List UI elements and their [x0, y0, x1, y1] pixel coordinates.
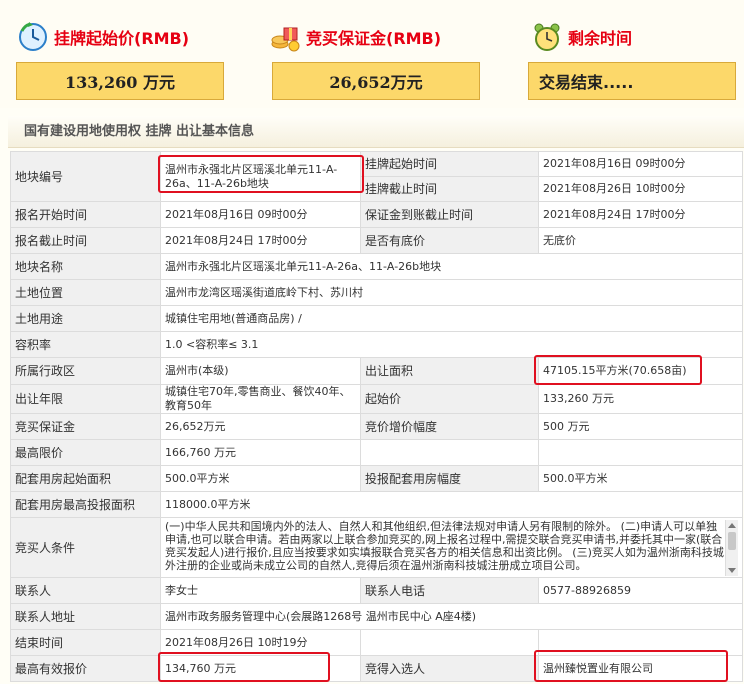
location-label: 土地位置 [10, 279, 161, 306]
bidder-conditions-scrollbox[interactable]: (一)中华人民共和国境内外的法人、自然人和其他组织,但法律法规对申请人另有限制的… [165, 519, 738, 576]
section-title: 国有建设用地使用权 挂牌 出让基本信息 [8, 116, 744, 148]
alarm-clock-icon [532, 22, 562, 52]
deposit-deadline-value: 2021年08月24日 17时00分 [538, 201, 743, 228]
listing-price-heading: 挂牌起始价(RMB) [18, 20, 189, 54]
scroll-thumb[interactable] [728, 531, 736, 550]
parcel-no-value: 温州市永强北片区瑶溪北单元11-A-26a、11-A-26b地块 [160, 151, 361, 202]
bidder-conditions-label: 竞买人条件 [10, 517, 161, 578]
phone-value: 0577-88926859 [538, 577, 743, 604]
winner-value: 温州臻悦置业有限公司 [538, 655, 743, 682]
remaining-title: 剩余时间 [568, 29, 633, 48]
top-bid-label: 最高有效报价 [10, 655, 161, 682]
increment-value: 500 万元 [538, 413, 743, 440]
deposit-heading: 竞买保证金(RMB) [270, 20, 441, 54]
remaining-heading: 剩余时间 [532, 20, 632, 54]
reg-start-label: 报名开始时间 [10, 201, 161, 228]
scrollbar[interactable] [725, 519, 738, 576]
deposit-value: 26,652万元 [272, 62, 480, 100]
parcel-no-label: 地块编号 [10, 151, 161, 202]
scroll-up-arrow-icon[interactable] [728, 522, 736, 528]
housing-start-value: 500.0平方米 [160, 465, 361, 492]
parcel-name-value: 温州市永强北片区瑶溪北单元11-A-26a、11-A-26b地块 [160, 253, 743, 280]
area-label: 出让面积 [360, 357, 539, 385]
contact-label: 联系人 [10, 577, 161, 604]
district-value: 温州市(本级) [160, 357, 361, 385]
reg-end-value: 2021年08月24日 17时00分 [160, 227, 361, 254]
address-label: 联系人地址 [10, 603, 161, 630]
bid-deposit-label: 竞买保证金 [10, 413, 161, 440]
start-price-label: 起始价 [360, 384, 539, 414]
reg-start-value: 2021年08月16日 09时00分 [160, 201, 361, 228]
clock-refresh-icon [18, 22, 48, 52]
land-use-value: 城镇住宅用地(普通商品房) / [160, 305, 743, 332]
address-value: 温州市政务服务管理中心(会展路1268号 温州市民中心 A座4楼) [160, 603, 743, 630]
contact-value: 李女士 [160, 577, 361, 604]
parcel-name-label: 地块名称 [10, 253, 161, 280]
max-price-label: 最高限价 [10, 439, 161, 466]
summary-header: 挂牌起始价(RMB) 竞买保证金(RMB) 剩余时间 133,260 万元 26… [0, 0, 744, 108]
max-price-value: 166,760 万元 [160, 439, 361, 466]
phone-label: 联系人电话 [360, 577, 539, 604]
listing-start-value: 2021年08月16日 09时00分 [538, 151, 743, 177]
end-time-value: 2021年08月26日 10时19分 [160, 629, 361, 656]
location-value: 温州市龙湾区瑶溪街道底岭下村、苏川村 [160, 279, 743, 306]
district-label: 所属行政区 [10, 357, 161, 385]
listing-end-value: 2021年08月26日 10时00分 [538, 176, 743, 202]
increment-label: 竞价增价幅度 [360, 413, 539, 440]
remaining-value: 交易结束..... [528, 62, 736, 100]
term-value: 城镇住宅70年,零售商业、餐饮40年、教育50年 [160, 384, 361, 414]
area-value: 47105.15平方米(70.658亩) [538, 357, 743, 385]
listing-end-label: 挂牌截止时间 [360, 176, 539, 202]
housing-max-label: 配套用房最高投报面积 [10, 491, 161, 518]
housing-inc-label: 投报配套用房幅度 [360, 465, 539, 492]
housing-max-value: 118000.0平方米 [160, 491, 743, 518]
land-info-table: 地块编号 温州市永强北片区瑶溪北单元11-A-26a、11-A-26b地块 挂牌… [10, 151, 743, 682]
bidder-conditions-text: (一)中华人民共和国境内外的法人、自然人和其他组织,但法律法规对申请人另有限制的… [165, 519, 724, 572]
listing-start-label: 挂牌起始时间 [360, 151, 539, 177]
bidder-conditions-cell: (一)中华人民共和国境内外的法人、自然人和其他组织,但法律法规对申请人另有限制的… [160, 517, 743, 578]
reserve-label: 是否有底价 [360, 227, 539, 254]
deposit-deadline-label: 保证金到账截止时间 [360, 201, 539, 228]
coins-gift-icon [270, 22, 300, 52]
far-value: 1.0 <容积率≤ 3.1 [160, 331, 743, 358]
end-time-label: 结束时间 [10, 629, 161, 656]
start-price-value: 133,260 万元 [538, 384, 743, 414]
term-label: 出让年限 [10, 384, 161, 414]
bid-deposit-value: 26,652万元 [160, 413, 361, 440]
reg-end-label: 报名截止时间 [10, 227, 161, 254]
deposit-title: 竞买保证金(RMB) [306, 29, 442, 48]
land-use-label: 土地用途 [10, 305, 161, 332]
far-label: 容积率 [10, 331, 161, 358]
housing-start-label: 配套用房起始面积 [10, 465, 161, 492]
top-bid-value: 134,760 万元 [160, 655, 361, 682]
housing-inc-value: 500.0平方米 [538, 465, 743, 492]
winner-label: 竞得入选人 [360, 655, 539, 682]
listing-price-value: 133,260 万元 [16, 62, 224, 100]
listing-price-title: 挂牌起始价(RMB) [54, 29, 190, 48]
reserve-value: 无底价 [538, 227, 743, 254]
scroll-down-arrow-icon[interactable] [728, 567, 736, 573]
